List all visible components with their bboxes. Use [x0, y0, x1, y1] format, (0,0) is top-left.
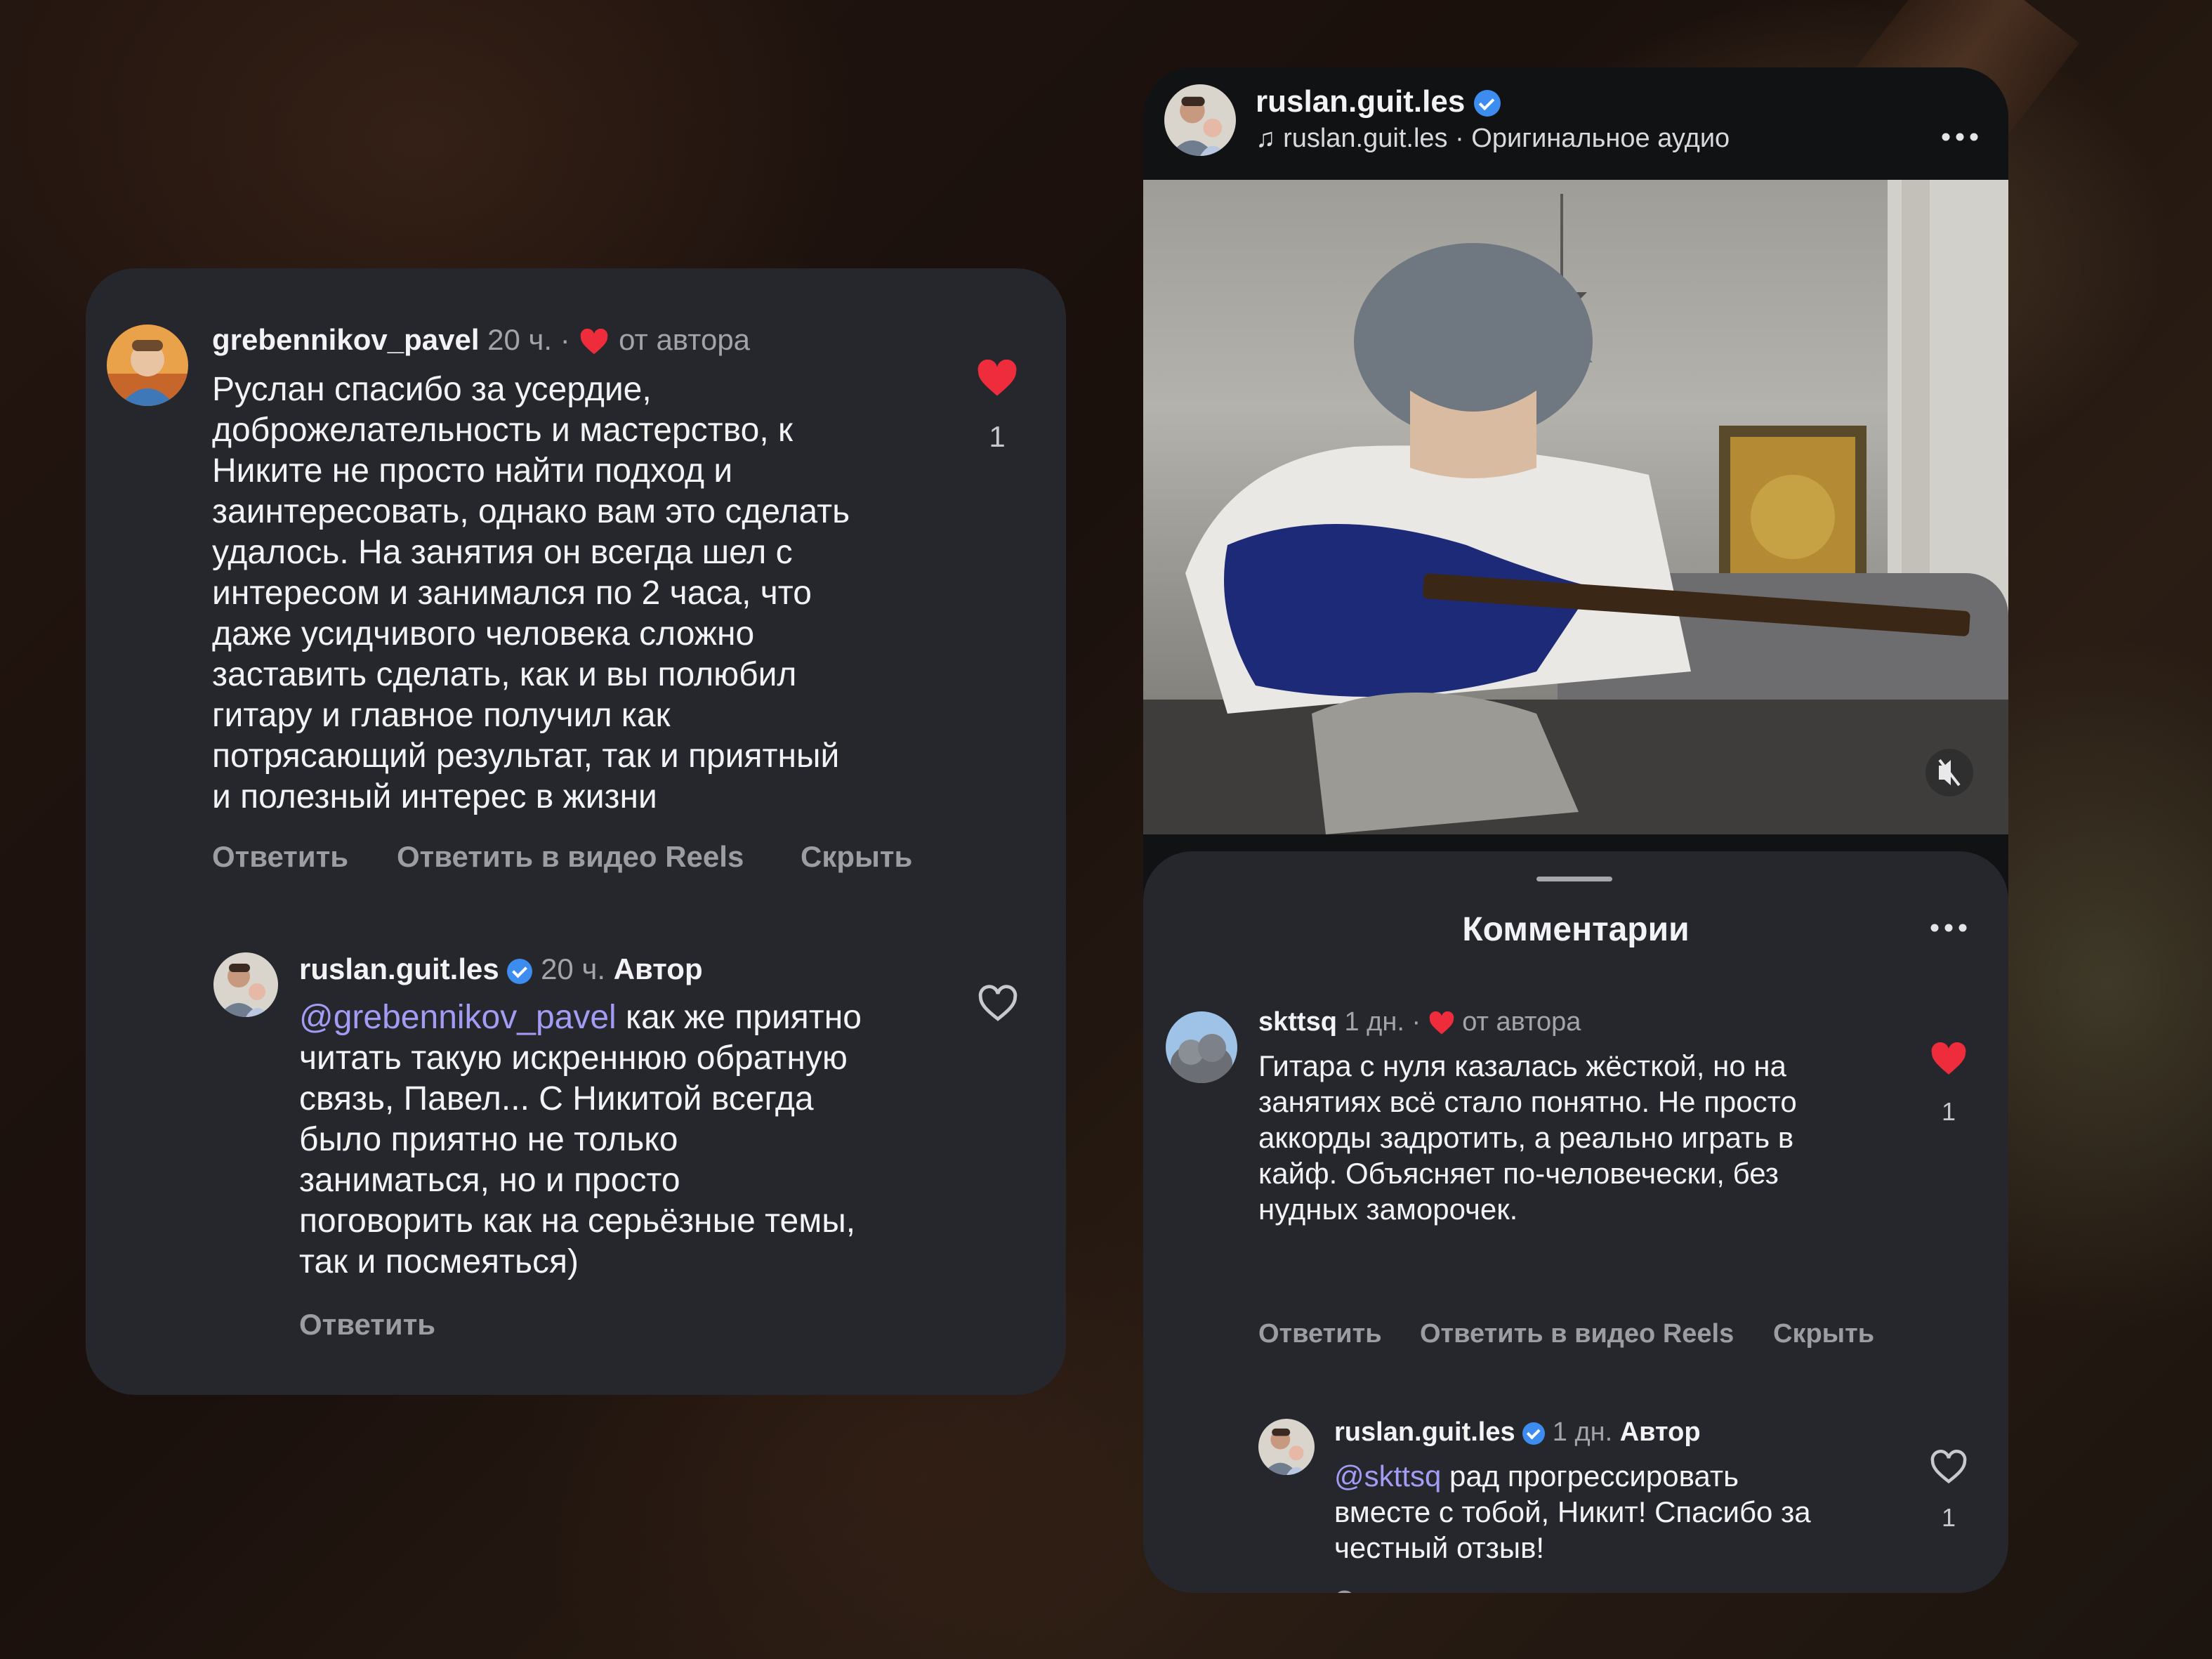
- separator-dot: ·: [1411, 1007, 1421, 1037]
- reply-header: ruslan.guit.les 20 ч. Автор: [299, 952, 703, 986]
- like-count: 1: [1941, 1097, 1956, 1126]
- comment-header: skttsq 1 дн. · от автора: [1258, 1007, 1581, 1037]
- comment-text: Руслан спасибо за усердие, доброжелатель…: [212, 371, 850, 815]
- hide-button[interactable]: Скрыть: [1773, 1319, 1874, 1349]
- verified-badge-icon: [507, 958, 533, 984]
- author-like-label: от автора: [1462, 1007, 1581, 1037]
- author-heart-icon: [1428, 1011, 1455, 1035]
- reels-card-right: ruslan.guit.les ♫ ruslan.guit.les · Ориг…: [1143, 67, 2008, 1593]
- header-avatar[interactable]: [1164, 84, 1236, 156]
- separator-dot: ·: [560, 323, 570, 356]
- avatar[interactable]: [107, 324, 188, 406]
- comments-panel: Комментарии skttsq 1 дн. · от автора Гит…: [1143, 851, 2008, 1593]
- video-frame-art: [1143, 180, 2008, 834]
- reply-like-heart-icon[interactable]: [977, 985, 1018, 1023]
- reply-text-rest: читать такую искреннюю обратную связь, П…: [299, 1040, 856, 1280]
- verified-badge-icon: [1522, 1422, 1546, 1445]
- like-count: 1: [989, 420, 1006, 453]
- comment-time: 1 дн.: [1344, 1007, 1404, 1037]
- reply-reply-button[interactable]: Ответить: [1334, 1586, 1458, 1593]
- comment-header: grebennikov_pavel 20 ч. · от автора: [212, 323, 750, 357]
- comments-title: Комментарии: [1462, 911, 1690, 948]
- comment-avatar[interactable]: [1166, 1011, 1237, 1083]
- hide-button[interactable]: Скрыть: [801, 840, 912, 874]
- reply-text: @skttsq рад прогрессировать вместе с тоб…: [1334, 1458, 1910, 1566]
- comments-more-icon[interactable]: [1930, 923, 1968, 936]
- comment-time: 20 ч.: [487, 323, 553, 356]
- author-heart-icon: [579, 328, 609, 355]
- audio-row[interactable]: ♫ ruslan.guit.les · Оригинальное аудио: [1256, 124, 1730, 154]
- comment-card-left: grebennikov_pavel 20 ч. · от автора Русл…: [86, 268, 1066, 1395]
- reply-button[interactable]: Ответить: [1258, 1319, 1382, 1349]
- reply-header: ruslan.guit.les 1 дн. Автор: [1334, 1417, 1701, 1448]
- reply-text-first: как же приятно: [616, 999, 862, 1036]
- reply-like-count: 1: [1941, 1503, 1956, 1532]
- header-username-row: ruslan.guit.les: [1256, 84, 1501, 119]
- reply-text: @grebennikov_pavel как же приятно читать…: [299, 997, 1001, 1283]
- reply-button[interactable]: Ответить: [212, 840, 348, 874]
- reply-reels-button[interactable]: Ответить в видео Reels: [397, 840, 744, 874]
- mention-link[interactable]: @skttsq: [1334, 1460, 1441, 1493]
- verified-badge-icon: [1473, 90, 1501, 117]
- reply-reels-button[interactable]: Ответить в видео Reels: [1420, 1319, 1734, 1349]
- more-options-icon[interactable]: [1941, 110, 1979, 150]
- audio-label: ruslan.guit.les · Оригинальное аудио: [1283, 124, 1730, 153]
- comment-text: Гитара с нуля казалась жёсткой, но на за…: [1258, 1049, 1797, 1226]
- reply-avatar[interactable]: [1258, 1419, 1315, 1475]
- comment-username[interactable]: grebennikov_pavel: [212, 323, 479, 356]
- reply-text-first: рад прогрессировать: [1441, 1460, 1739, 1493]
- mention-link[interactable]: @grebennikov_pavel: [299, 999, 617, 1036]
- reply-time: 20 ч.: [541, 952, 606, 985]
- drag-handle[interactable]: [1536, 877, 1612, 881]
- reply-username[interactable]: ruslan.guit.les: [299, 952, 499, 985]
- reply-like-heart-icon[interactable]: [1930, 1450, 1968, 1485]
- reply-avatar[interactable]: [213, 952, 278, 1017]
- author-label: Автор: [1619, 1417, 1701, 1447]
- reply-text-rest: вместе с тобой, Никит! Спасибо за честны…: [1334, 1495, 1811, 1564]
- reply-reply-button[interactable]: Ответить: [299, 1308, 435, 1342]
- comment-username[interactable]: skttsq: [1258, 1007, 1337, 1037]
- author-label: Автор: [613, 952, 703, 985]
- like-heart-icon[interactable]: [1930, 1042, 1968, 1076]
- like-heart-icon[interactable]: [976, 360, 1018, 398]
- header-username[interactable]: ruslan.guit.les: [1256, 84, 1465, 119]
- author-like-label: от автора: [619, 323, 751, 356]
- reel-video[interactable]: [1143, 180, 2008, 834]
- reply-time: 1 дн.: [1552, 1417, 1613, 1447]
- music-note-icon: ♫: [1256, 124, 1276, 153]
- reply-username[interactable]: ruslan.guit.les: [1334, 1417, 1515, 1447]
